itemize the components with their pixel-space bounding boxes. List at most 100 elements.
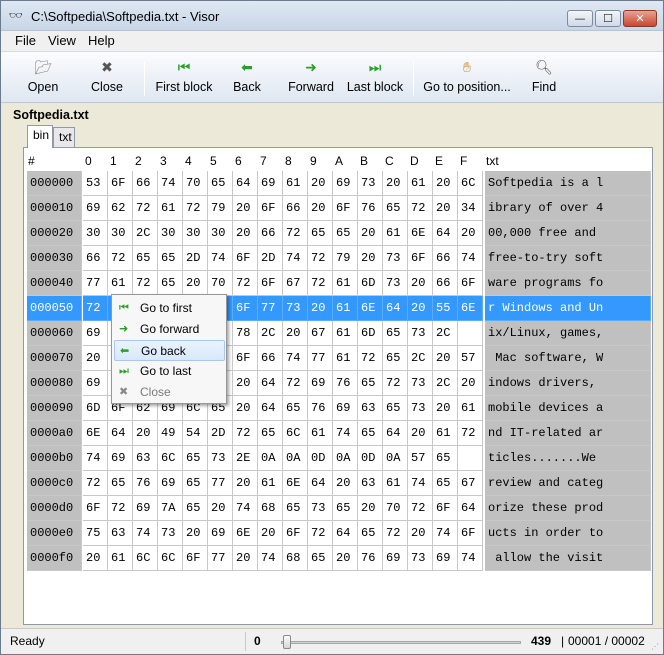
hex-cell[interactable]: 20 bbox=[433, 346, 458, 371]
hex-cell[interactable] bbox=[458, 321, 483, 346]
menu-file[interactable]: File bbox=[15, 33, 36, 48]
hex-cell[interactable]: 66 bbox=[258, 346, 283, 371]
hex-cell[interactable]: 72 bbox=[308, 521, 333, 546]
table-row[interactable]: 000040 77 61 72 65 20 70 72 6F 67 72 61 6D 73 20 66 6F wa… bbox=[27, 271, 651, 296]
hex-cell[interactable]: 57 bbox=[458, 346, 483, 371]
hex-cell[interactable]: 6F bbox=[233, 296, 258, 321]
hex-cell[interactable]: 6D bbox=[358, 271, 383, 296]
hex-cell[interactable]: 69 bbox=[158, 471, 183, 496]
hex-cell[interactable]: 73 bbox=[408, 371, 433, 396]
hex-cell[interactable]: 72 bbox=[383, 371, 408, 396]
hex-cell[interactable]: 0A bbox=[283, 446, 308, 471]
hex-cell[interactable]: 64 bbox=[333, 521, 358, 546]
hex-cell[interactable]: 74 bbox=[133, 521, 158, 546]
hex-cell[interactable]: 20 bbox=[383, 171, 408, 196]
hex-cell[interactable]: 72 bbox=[358, 346, 383, 371]
hex-cell[interactable]: 66 bbox=[258, 221, 283, 246]
hex-cell[interactable]: 76 bbox=[358, 196, 383, 221]
hex-cell[interactable]: 65 bbox=[283, 396, 308, 421]
hex-cell[interactable]: 6F bbox=[458, 521, 483, 546]
hex-cell[interactable]: 74 bbox=[233, 496, 258, 521]
hex-cell[interactable]: 64 bbox=[108, 421, 133, 446]
context-menu-item[interactable]: ✖ Close bbox=[114, 382, 225, 403]
tab-bin[interactable]: bin bbox=[27, 125, 53, 148]
hex-cell[interactable]: 20 bbox=[83, 346, 108, 371]
hex-cell[interactable]: 65 bbox=[383, 321, 408, 346]
hex-cell[interactable]: 2C bbox=[433, 321, 458, 346]
hex-cell[interactable]: 54 bbox=[183, 421, 208, 446]
hex-cell[interactable]: 72 bbox=[408, 196, 433, 221]
hex-cell[interactable]: 6F bbox=[183, 546, 208, 571]
hex-cell[interactable]: 2C bbox=[133, 221, 158, 246]
resize-grip-icon[interactable]: ⋰ bbox=[651, 642, 661, 652]
hex-cell[interactable]: 2C bbox=[258, 321, 283, 346]
hex-cell[interactable]: 20 bbox=[308, 171, 333, 196]
context-menu-item[interactable]: ➜ Go forward bbox=[114, 319, 225, 340]
hex-cell[interactable]: 30 bbox=[108, 221, 133, 246]
hex-cell[interactable]: 57 bbox=[408, 446, 433, 471]
hex-cell[interactable]: 20 bbox=[408, 271, 433, 296]
hex-cell[interactable]: 66 bbox=[133, 171, 158, 196]
hex-cell[interactable]: 20 bbox=[133, 421, 158, 446]
hex-cell[interactable]: 20 bbox=[408, 296, 433, 321]
table-row[interactable]: 0000e0 75 63 74 73 20 69 6E 20 6F 72 64 65 72 20 74 6F uc… bbox=[27, 521, 651, 546]
hex-cell[interactable]: 2E bbox=[233, 446, 258, 471]
table-row[interactable]: 0000f0 20 61 6C 6C 6F 77 20 74 68 65 20 76 69 73 69 74 a… bbox=[27, 546, 651, 571]
hex-cell[interactable]: 0D bbox=[308, 446, 333, 471]
hex-cell[interactable]: 72 bbox=[233, 271, 258, 296]
hex-cell[interactable]: 66 bbox=[283, 196, 308, 221]
hex-cell[interactable]: 72 bbox=[308, 246, 333, 271]
hex-cell[interactable]: 73 bbox=[283, 296, 308, 321]
hex-cell[interactable]: 30 bbox=[158, 221, 183, 246]
hex-cell[interactable]: 2C bbox=[433, 371, 458, 396]
hex-cell[interactable]: 65 bbox=[183, 446, 208, 471]
hex-cell[interactable]: 2D bbox=[183, 246, 208, 271]
hex-cell[interactable]: 72 bbox=[108, 246, 133, 271]
hex-cell[interactable]: 6C bbox=[158, 546, 183, 571]
hex-cell[interactable]: 20 bbox=[358, 496, 383, 521]
hex-cell[interactable]: 73 bbox=[358, 171, 383, 196]
hex-cell[interactable]: 73 bbox=[408, 546, 433, 571]
hex-cell[interactable]: 64 bbox=[383, 421, 408, 446]
hex-cell[interactable]: 70 bbox=[183, 171, 208, 196]
hex-cell[interactable]: 77 bbox=[208, 471, 233, 496]
hex-cell[interactable]: 72 bbox=[233, 421, 258, 446]
hex-cell[interactable]: 2D bbox=[258, 246, 283, 271]
hex-cell[interactable]: 72 bbox=[83, 296, 108, 321]
hex-cell[interactable]: 69 bbox=[333, 171, 358, 196]
hex-cell[interactable]: 72 bbox=[383, 521, 408, 546]
hex-cell[interactable]: 20 bbox=[408, 421, 433, 446]
hex-cell[interactable]: 20 bbox=[183, 521, 208, 546]
hex-cell[interactable]: 75 bbox=[83, 521, 108, 546]
hex-cell[interactable]: 6F bbox=[258, 271, 283, 296]
hex-cell[interactable]: 30 bbox=[83, 221, 108, 246]
first-block-button[interactable]: ⏮ First block bbox=[153, 56, 215, 100]
hex-cell[interactable]: 66 bbox=[433, 271, 458, 296]
forward-button[interactable]: ➜ Forward bbox=[285, 56, 337, 100]
hex-cell[interactable]: 20 bbox=[233, 371, 258, 396]
hex-cell[interactable]: 74 bbox=[208, 246, 233, 271]
hex-cell[interactable]: 61 bbox=[458, 396, 483, 421]
hex-cell[interactable]: 2C bbox=[408, 346, 433, 371]
hex-cell[interactable]: 6F bbox=[233, 246, 258, 271]
hex-cell[interactable]: 6E bbox=[358, 296, 383, 321]
table-row[interactable]: 000030 66 72 65 65 2D 74 6F 2D 74 72 79 20 73 6F 66 74 fr… bbox=[27, 246, 651, 271]
hex-cell[interactable]: 6C bbox=[133, 546, 158, 571]
hex-cell[interactable]: 0A bbox=[258, 446, 283, 471]
hex-cell[interactable]: 74 bbox=[458, 246, 483, 271]
hex-cell[interactable]: 72 bbox=[83, 471, 108, 496]
hex-cell[interactable]: 55 bbox=[433, 296, 458, 321]
hex-cell[interactable]: 65 bbox=[358, 371, 383, 396]
text-cell[interactable]: r Windows and Un bbox=[485, 296, 651, 321]
hex-cell[interactable]: 69 bbox=[83, 371, 108, 396]
context-menu-item[interactable]: ⏮ Go to first bbox=[114, 298, 225, 319]
hex-cell[interactable]: 64 bbox=[433, 221, 458, 246]
hex-cell[interactable]: 61 bbox=[333, 271, 358, 296]
last-block-button[interactable]: ⏭ Last block bbox=[345, 56, 405, 100]
hex-cell[interactable]: 68 bbox=[283, 546, 308, 571]
hex-cell[interactable]: 65 bbox=[108, 471, 133, 496]
hex-cell[interactable]: 73 bbox=[408, 321, 433, 346]
tab-txt[interactable]: txt bbox=[53, 127, 75, 147]
hex-cell[interactable]: 30 bbox=[183, 221, 208, 246]
hex-cell[interactable]: 6D bbox=[358, 321, 383, 346]
